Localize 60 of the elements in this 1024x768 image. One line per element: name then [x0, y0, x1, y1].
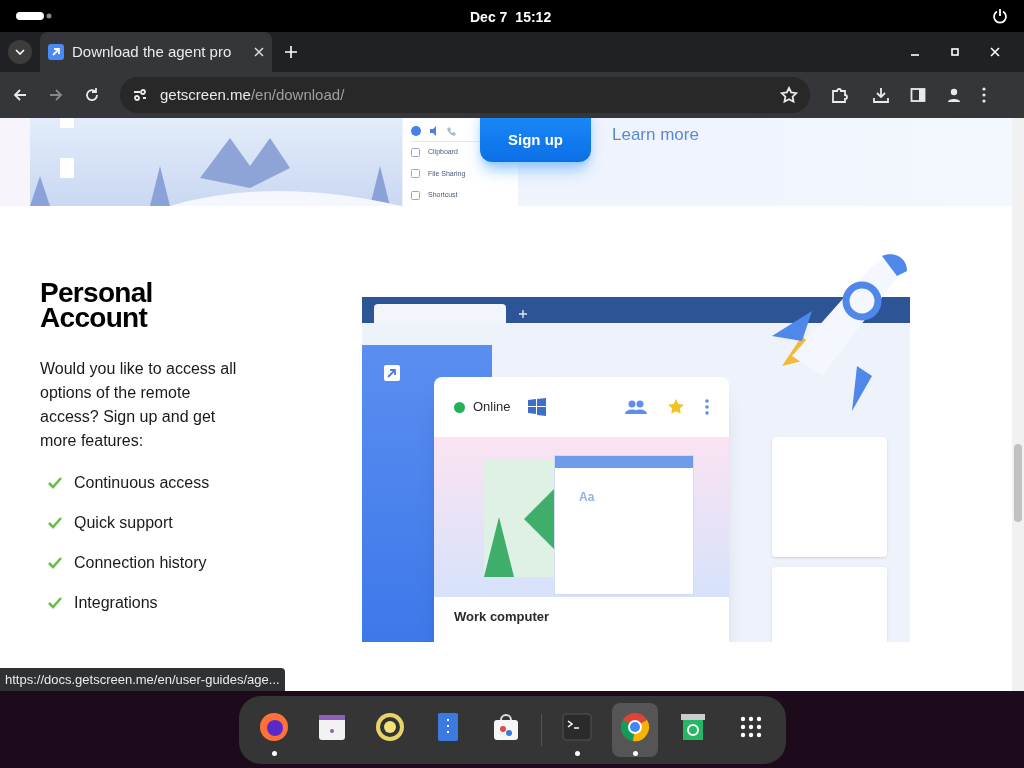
menu-icon[interactable]: [982, 87, 986, 103]
dock-item[interactable]: [611, 702, 658, 757]
power-icon[interactable]: [992, 8, 1008, 24]
font-sample-text: Aa: [579, 489, 596, 506]
sign-up-button[interactable]: Sign up: [480, 118, 591, 162]
phone-icon: [447, 126, 457, 137]
browser-tab[interactable]: Download the agent pro: [40, 32, 272, 72]
device-name: Work computer: [454, 609, 550, 625]
intro-text: Would you like to access all options of the remote access? Sign up and get more features:: [40, 359, 238, 451]
address-field[interactable]: getscreen.me/en/download/: [120, 77, 810, 113]
speaker-icon: [373, 710, 406, 743]
workspace-indicator-icon[interactable]: [16, 11, 52, 21]
extensions-icon[interactable]: [830, 86, 848, 104]
windows-icon: [526, 397, 547, 417]
user-icon: [411, 126, 421, 137]
tab-title: Download the agent pro: [72, 41, 232, 62]
date-text: Dec 7: [470, 8, 508, 27]
more-icon: [705, 399, 709, 415]
close-icon[interactable]: [254, 47, 264, 57]
caret-icon: [15, 49, 25, 55]
feature-text: Continuous access: [74, 472, 210, 493]
close-window-icon[interactable]: [990, 47, 1000, 57]
check-icon: [48, 596, 62, 609]
clock-text: 15:12: [515, 8, 552, 27]
feature-text: Integrations: [74, 592, 158, 613]
menu-item-icon: [411, 169, 420, 179]
site-settings-icon[interactable]: [132, 87, 148, 103]
app-grid-icon: [738, 714, 763, 739]
check-icon: [48, 556, 62, 569]
feature-text: Connection history: [74, 552, 207, 573]
logo-icon: [384, 365, 400, 381]
favicon-icon: [48, 44, 64, 60]
forward-icon[interactable]: [48, 87, 64, 103]
section-heading: Personal Account: [40, 280, 154, 330]
feature-text: Quick support: [74, 512, 173, 533]
url-text: getscreen.me/en/download/: [160, 84, 345, 105]
plus-icon: [518, 309, 528, 319]
people-icon: [625, 400, 647, 414]
bookmark-star-icon[interactable]: [780, 86, 798, 104]
star-icon: [667, 398, 685, 416]
fox-globe-icon: [257, 710, 290, 743]
browser-icon: [618, 710, 651, 743]
tab-list-button[interactable]: [8, 40, 32, 64]
menu-item-icon: [411, 147, 420, 157]
maximize-icon[interactable]: [950, 47, 960, 57]
check-icon: [48, 516, 62, 529]
menu-item-icon: [411, 190, 420, 200]
side-panel-icon[interactable]: [910, 87, 926, 103]
download-icon[interactable]: [872, 86, 890, 104]
speaker-icon: [429, 126, 439, 137]
terminal-icon: [560, 710, 593, 743]
link-status-text: https://docs.getscreen.me/en/user-guides/age...: [0, 668, 285, 691]
scrollbar[interactable]: [1012, 118, 1024, 691]
status-text: Online: [473, 398, 511, 417]
back-icon[interactable]: [12, 87, 28, 103]
check-icon: [48, 476, 62, 489]
new-tab-icon[interactable]: [284, 45, 298, 59]
profile-icon[interactable]: [946, 87, 962, 103]
reload-icon[interactable]: [84, 87, 100, 103]
status-dot-icon: [454, 401, 465, 413]
